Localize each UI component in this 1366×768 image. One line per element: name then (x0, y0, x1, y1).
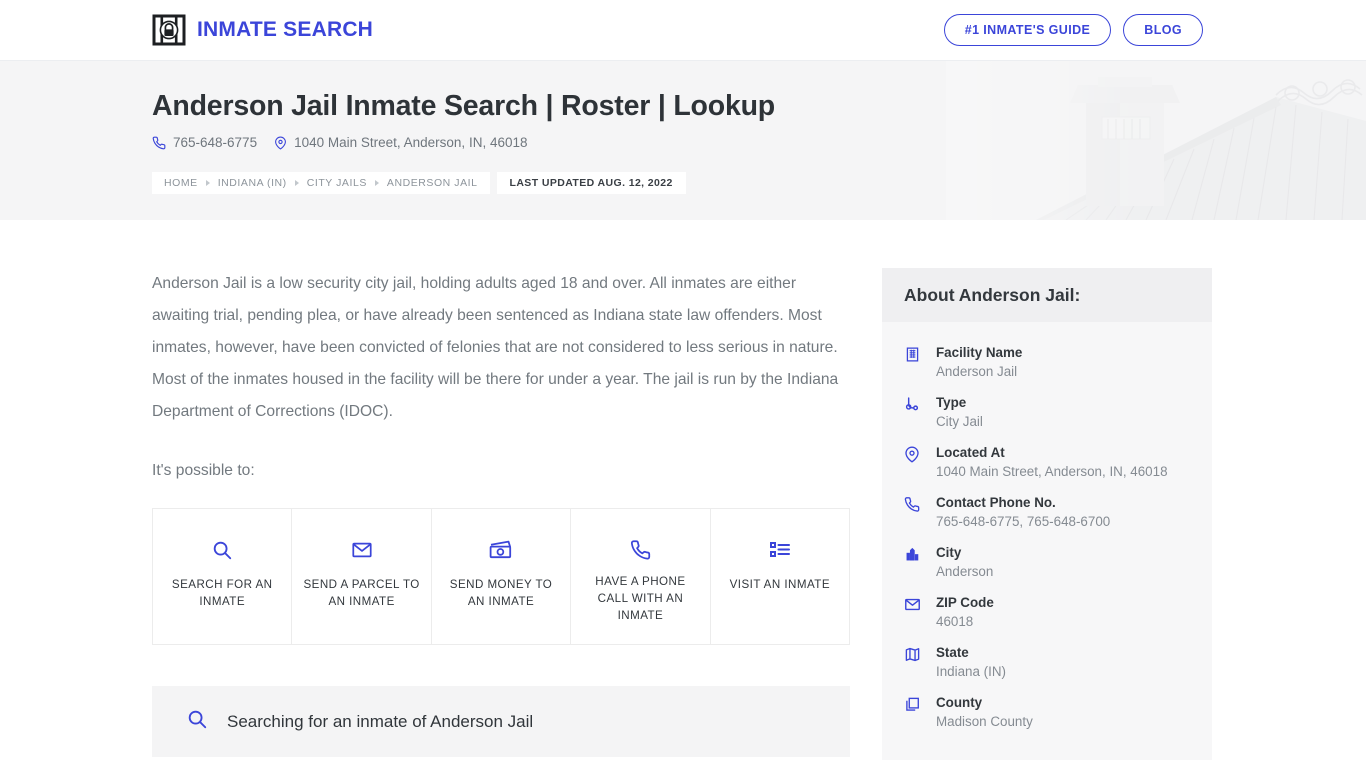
fact-label: Located At (936, 445, 1005, 460)
list-icon (769, 535, 791, 565)
hero-address-text: 1040 Main Street, Anderson, IN, 46018 (294, 135, 528, 151)
breadcrumb-item-indiana[interactable]: INDIANA (IN) (218, 177, 287, 189)
action-label: VISIT AN INMATE (729, 578, 831, 591)
envelope-icon (350, 535, 374, 565)
fact-value: Anderson Jail (936, 364, 1018, 379)
breadcrumb-item-city-jails[interactable]: CITY JAILS (307, 177, 367, 189)
breadcrumb: HOME INDIANA (IN) CITY JAILS ANDERSON JA… (152, 172, 686, 194)
action-label: SEARCH FOR AN INMATE (171, 578, 273, 608)
fact-value: Anderson (936, 564, 994, 579)
about-facility-card: About Anderson Jail: Facility Name Ander… (882, 268, 1212, 760)
action-label: HAVE A PHONE CALL WITH AN INMATE (595, 575, 686, 622)
branch-icon (904, 394, 923, 432)
inmate-search-title: Searching for an inmate of Anderson Jail (227, 711, 534, 731)
fact-label: County (936, 695, 983, 710)
action-card-visit-an-inmate[interactable]: VISIT AN INMATE (711, 509, 849, 644)
chevron-right-icon (374, 180, 379, 186)
hero-phone[interactable]: 765-648-6775 (152, 135, 257, 150)
fact-value: Indiana (IN) (936, 664, 1006, 679)
envelope-icon (904, 594, 923, 632)
action-card-have-a-phone-call-with-an-inmate[interactable]: HAVE A PHONE CALL WITH AN INMATE (571, 509, 711, 644)
fact-label: State (936, 645, 969, 660)
breadcrumb-item-anderson-jail[interactable]: ANDERSON JAIL (387, 177, 478, 189)
map-pin-icon (274, 136, 287, 150)
copy-icon (904, 694, 923, 732)
jail-lock-icon (152, 13, 186, 47)
search-icon (186, 708, 208, 735)
fact-label: ZIP Code (936, 595, 994, 610)
chevron-right-icon (205, 180, 210, 186)
page-title: Anderson Jail Inmate Search | Roster | L… (152, 90, 776, 122)
site-header: INMATE SEARCH #1 INMATE'S GUIDE BLOG (0, 0, 1366, 61)
hero-section: Anderson Jail Inmate Search | Roster | L… (0, 61, 1366, 220)
fact-contact-phone: Contact Phone No. 765-648-6775, 765-648-… (904, 488, 1190, 538)
city-icon (904, 544, 923, 582)
action-card-search-for-an-inmate[interactable]: SEARCH FOR AN INMATE (153, 509, 293, 644)
last-updated-badge: LAST UPDATED AUG. 12, 2022 (496, 172, 686, 194)
sidebar: About Anderson Jail: Facility Name Ander… (882, 268, 1212, 768)
phone-icon (904, 494, 923, 532)
action-card-send-money-to-an-inmate[interactable]: SEND MONEY TO AN INMATE (432, 509, 572, 644)
fact-state: State Indiana (IN) (904, 638, 1190, 688)
fact-label: City (936, 545, 962, 560)
search-icon (211, 535, 233, 565)
hero-address: 1040 Main Street, Anderson, IN, 46018 (274, 135, 527, 150)
fact-facility-name: Facility Name Anderson Jail (904, 338, 1190, 388)
fact-label: Type (936, 395, 967, 410)
breadcrumb-item-home[interactable]: HOME (164, 177, 198, 189)
action-card-send-a-parcel-to-an-inmate[interactable]: SEND A PARCEL TO AN INMATE (292, 509, 432, 644)
blog-button[interactable]: BLOG (1123, 14, 1203, 46)
building-icon (904, 344, 923, 382)
inmate-search-section[interactable]: Searching for an inmate of Anderson Jail (152, 686, 850, 757)
intro-paragraph: Anderson Jail is a low security city jai… (152, 275, 839, 420)
page-body: Anderson Jail is a low security city jai… (0, 220, 1366, 768)
brand-name: INMATE SEARCH (197, 18, 374, 41)
chevron-right-icon (294, 180, 299, 186)
about-facility-list: Facility Name Anderson Jail Type City Ja… (882, 322, 1212, 760)
fact-label: Facility Name (936, 345, 1023, 360)
hero-phone-text: 765-648-6775 (173, 135, 258, 151)
inmates-guide-button[interactable]: #1 INMATE'S GUIDE (943, 14, 1112, 46)
action-label: SEND MONEY TO AN INMATE (449, 578, 553, 608)
possible-to-label: It's possible to: (152, 462, 255, 479)
header-nav: #1 INMATE'S GUIDE BLOG (943, 14, 1203, 46)
fact-value: City Jail (936, 414, 983, 429)
fact-value: 1040 Main Street, Anderson, IN, 46018 (936, 464, 1168, 479)
fact-county: County Madison County (904, 688, 1190, 738)
action-label: SEND A PARCEL TO AN INMATE (303, 578, 420, 608)
brand-logo-link[interactable]: INMATE SEARCH (152, 13, 373, 47)
fact-value: 46018 (936, 614, 974, 629)
fact-type: Type City Jail (904, 388, 1190, 438)
main-content: Anderson Jail is a low security city jai… (152, 268, 850, 768)
fact-label: Contact Phone No. (936, 495, 1056, 510)
map-icon (904, 644, 923, 682)
about-facility-title: About Anderson Jail: (882, 268, 1212, 322)
fact-located-at: Located At 1040 Main Street, Anderson, I… (904, 438, 1190, 488)
phone-icon (152, 136, 166, 150)
phone-icon (630, 535, 651, 565)
fact-zip-code: ZIP Code 46018 (904, 588, 1190, 638)
money-icon (488, 535, 514, 565)
hero-contact-meta: 765-648-6775 1040 Main Street, Anderson,… (152, 135, 1366, 150)
map-pin-icon (904, 444, 923, 482)
action-card-grid: SEARCH FOR AN INMATE SEND A PARCEL TO AN… (152, 508, 850, 645)
fact-city: City Anderson (904, 538, 1190, 588)
fact-value: Madison County (936, 714, 1033, 729)
fact-value: 765-648-6775, 765-648-6700 (936, 514, 1111, 529)
